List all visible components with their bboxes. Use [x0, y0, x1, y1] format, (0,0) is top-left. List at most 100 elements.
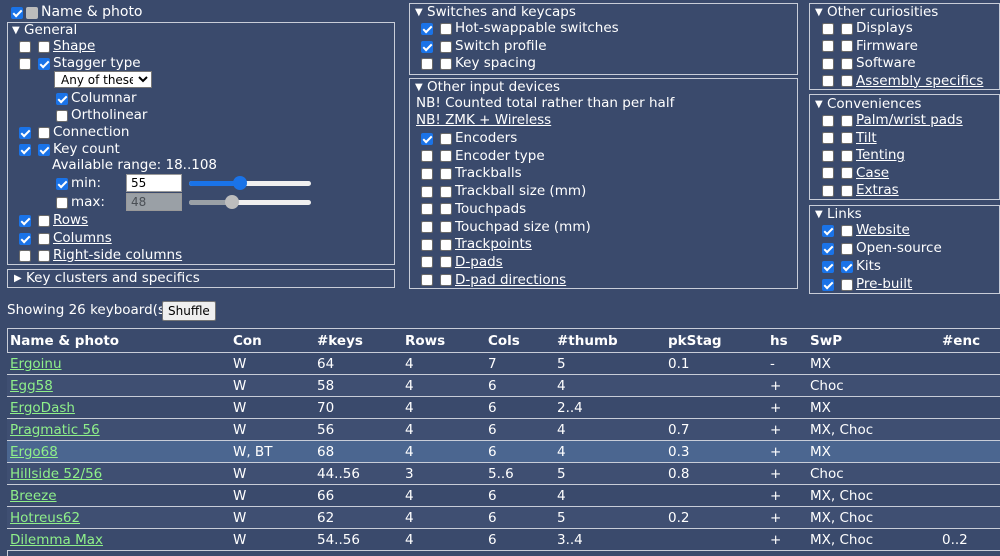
rows-column-checkbox[interactable]: [19, 214, 31, 227]
touchpads-filter-checkbox[interactable]: [440, 203, 452, 216]
firmware-filter-checkbox[interactable]: [841, 40, 853, 52]
min-checkbox[interactable]: [56, 177, 68, 190]
trackpoints-link[interactable]: Trackpoints: [455, 236, 532, 253]
d-pads-link[interactable]: D-pads: [455, 254, 503, 271]
keyboard-name-link[interactable]: Hotreus62: [10, 510, 80, 526]
palm-wrist-pads-filter-checkbox[interactable]: [841, 114, 853, 127]
software-column-checkbox[interactable]: [822, 57, 834, 70]
d-pad-directions-filter-checkbox[interactable]: [440, 274, 452, 287]
max-input[interactable]: 48: [126, 193, 182, 211]
extras-column-checkbox[interactable]: [822, 184, 834, 197]
tenting-column-checkbox[interactable]: [822, 149, 834, 162]
keyboard-name-link[interactable]: Dilemma Max: [10, 532, 103, 548]
kits-column-checkbox[interactable]: [822, 260, 834, 273]
pre-built-column-checkbox[interactable]: [822, 278, 834, 291]
assembly-specifics-filter-checkbox[interactable]: [841, 75, 853, 87]
trackballs-filter-checkbox[interactable]: [440, 167, 452, 180]
trackpoints-column-checkbox[interactable]: [421, 238, 433, 251]
column-header-hs[interactable]: hs: [767, 328, 807, 353]
key-count-column-checkbox[interactable]: [19, 143, 31, 156]
key-count-filter-checkbox[interactable]: [38, 143, 50, 156]
kits-filter-checkbox[interactable]: [841, 260, 853, 273]
min-input[interactable]: 55: [126, 174, 182, 192]
case-link[interactable]: Case: [856, 165, 889, 182]
stagger-column-checkbox[interactable]: [19, 57, 31, 70]
min-slider[interactable]: [189, 175, 311, 191]
zmk-wireless-link[interactable]: NB! ZMK + Wireless: [416, 112, 551, 129]
column-header-cols[interactable]: Cols: [485, 328, 554, 353]
column-header-name-photo[interactable]: Name & photo: [7, 328, 230, 353]
encoder-type-column-checkbox[interactable]: [421, 150, 433, 163]
right-side-link[interactable]: Right-side columns: [53, 247, 182, 264]
curiosities-summary[interactable]: ▼ Other curiosities: [815, 4, 938, 21]
connection-filter-checkbox[interactable]: [38, 126, 50, 139]
switches-summary[interactable]: ▼ Switches and keycaps: [415, 4, 576, 21]
encoders-filter-checkbox[interactable]: [440, 132, 452, 145]
website-filter-checkbox[interactable]: [841, 224, 853, 237]
switch-profile-filter-checkbox[interactable]: [440, 40, 452, 53]
d-pads-filter-checkbox[interactable]: [440, 256, 452, 269]
key-clusters-summary[interactable]: ▶ Key clusters and specifics: [14, 270, 200, 287]
name-photo-filter-checkbox[interactable]: [26, 6, 38, 19]
pre-built-filter-checkbox[interactable]: [841, 278, 853, 291]
palm-wrist-pads-column-checkbox[interactable]: [822, 114, 834, 127]
tenting-link[interactable]: Tenting: [856, 147, 905, 164]
keyboard-name-link[interactable]: Ergoinu: [10, 356, 62, 372]
firmware-column-checkbox[interactable]: [822, 40, 834, 52]
touchpad-size-mm-column-checkbox[interactable]: [421, 221, 433, 233]
column-header-con[interactable]: Con: [230, 328, 314, 353]
column-header-thumb[interactable]: #thumb: [554, 328, 665, 353]
keyboard-name-link[interactable]: Pragmatic 56: [10, 422, 100, 438]
conveniences-summary[interactable]: ▼ Conveniences: [815, 96, 921, 113]
d-pad-directions-link[interactable]: D-pad directions: [455, 272, 566, 289]
open-source-column-checkbox[interactable]: [822, 242, 834, 255]
ortholinear-checkbox[interactable]: [56, 109, 68, 122]
software-filter-checkbox[interactable]: [841, 57, 853, 70]
column-header-pkstag[interactable]: pkStag: [665, 328, 767, 353]
links-summary[interactable]: ▼ Links: [815, 206, 862, 223]
extras-filter-checkbox[interactable]: [841, 184, 853, 197]
keyboard-name-link[interactable]: Ergo68: [10, 444, 58, 460]
max-slider-thumb[interactable]: [225, 195, 239, 209]
column-header-keys[interactable]: #keys: [314, 328, 402, 353]
trackball-size-mm-filter-checkbox[interactable]: [440, 185, 452, 198]
keyboard-name-link[interactable]: ErgoDash: [10, 400, 75, 416]
extras-link[interactable]: Extras: [856, 182, 899, 199]
trackpoints-filter-checkbox[interactable]: [440, 238, 452, 251]
displays-column-checkbox[interactable]: [822, 22, 834, 35]
shape-link[interactable]: Shape: [53, 38, 95, 55]
min-slider-thumb[interactable]: [233, 176, 248, 190]
key-spacing-column-checkbox[interactable]: [421, 57, 433, 70]
switch-profile-column-checkbox[interactable]: [421, 40, 433, 53]
touchpads-column-checkbox[interactable]: [421, 203, 433, 216]
column-header-enc[interactable]: #enc: [939, 328, 1000, 353]
d-pads-column-checkbox[interactable]: [421, 256, 433, 269]
max-checkbox[interactable]: [56, 196, 68, 209]
shape-filter-checkbox[interactable]: [38, 40, 50, 53]
d-pad-directions-column-checkbox[interactable]: [421, 274, 433, 287]
trackballs-column-checkbox[interactable]: [421, 167, 433, 180]
right-side-filter-checkbox[interactable]: [38, 249, 50, 262]
columnar-checkbox[interactable]: [56, 92, 68, 105]
trackball-size-mm-column-checkbox[interactable]: [421, 185, 433, 198]
columns-filter-checkbox[interactable]: [38, 232, 50, 245]
tilt-link[interactable]: Tilt: [856, 130, 877, 147]
palm-wrist-pads-link[interactable]: Palm/wrist pads: [856, 112, 963, 129]
columns-link[interactable]: Columns: [53, 230, 112, 247]
rows-link[interactable]: Rows: [53, 212, 88, 229]
keyboard-name-link[interactable]: Hillside 52/56: [10, 466, 102, 482]
column-header-swp[interactable]: SwP: [807, 328, 939, 353]
tenting-filter-checkbox[interactable]: [841, 149, 853, 162]
touchpad-size-mm-filter-checkbox[interactable]: [440, 221, 452, 233]
encoder-type-filter-checkbox[interactable]: [440, 150, 452, 163]
keyboard-name-link[interactable]: Egg58: [10, 378, 53, 394]
rows-filter-checkbox[interactable]: [38, 214, 50, 227]
keyboard-name-link[interactable]: Breeze: [10, 488, 57, 504]
input-devices-summary[interactable]: ▼ Other input devices: [415, 79, 560, 96]
shape-column-checkbox[interactable]: [19, 40, 31, 53]
tilt-filter-checkbox[interactable]: [841, 132, 853, 144]
right-side-column-checkbox[interactable]: [19, 249, 31, 262]
case-column-checkbox[interactable]: [822, 167, 834, 179]
key-spacing-filter-checkbox[interactable]: [440, 57, 452, 70]
connection-column-checkbox[interactable]: [19, 126, 31, 139]
